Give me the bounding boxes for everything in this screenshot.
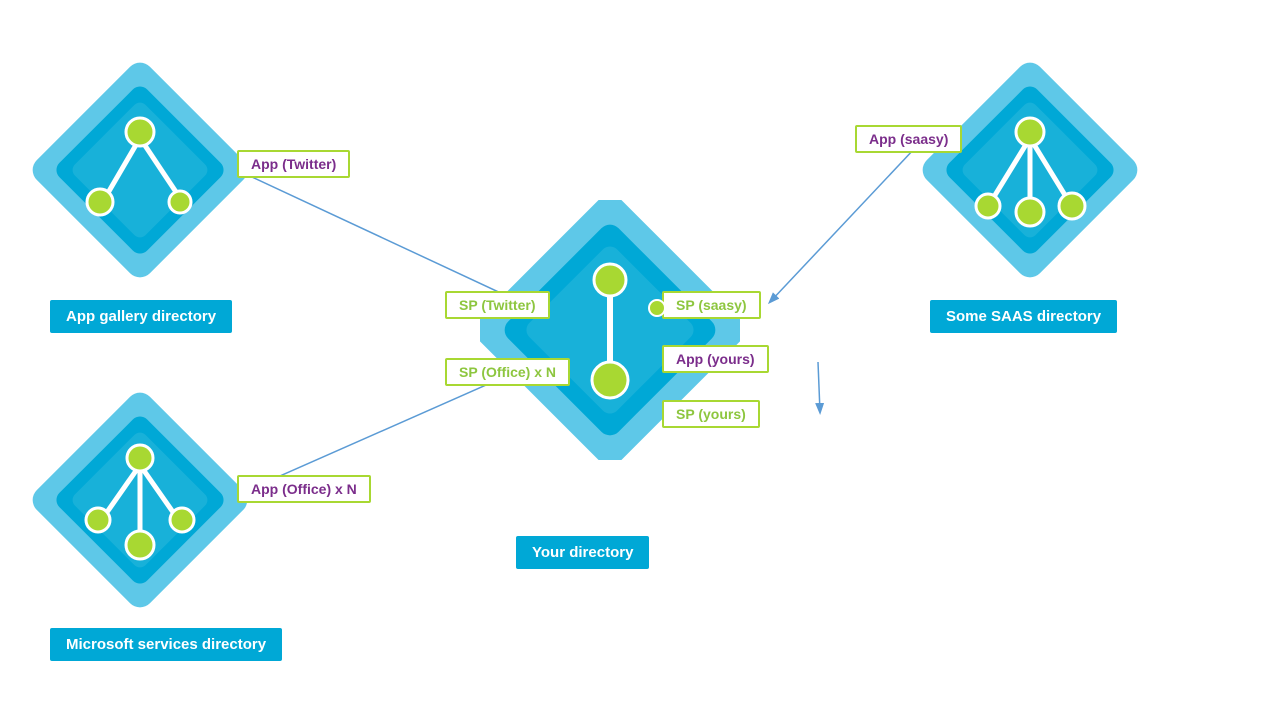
app-twitter-callout: App (Twitter): [237, 150, 350, 178]
sp-twitter-box: SP (Twitter): [445, 291, 550, 319]
sp-yours-box: SP (yours): [662, 400, 760, 428]
app-yours-box: App (yours): [662, 345, 769, 373]
microsoft-services-label: Microsoft services directory: [50, 628, 282, 661]
app-gallery-diamond: [30, 60, 250, 280]
diagram-container: App gallery directory App (Twitter) Micr…: [0, 0, 1280, 720]
center-node-top: [648, 299, 666, 317]
saas-directory-diamond: [920, 60, 1140, 280]
app-saasy-callout: App (saasy): [855, 125, 962, 153]
app-gallery-label: App gallery directory: [50, 300, 232, 333]
saas-directory-label: Some SAAS directory: [930, 300, 1117, 333]
sp-office-box: SP (Office) x N: [445, 358, 570, 386]
app-office-callout: App (Office) x N: [237, 475, 371, 503]
microsoft-services-diamond: [30, 390, 250, 610]
sp-saasy-box: SP (saasy): [662, 291, 761, 319]
your-directory-label: Your directory: [516, 536, 649, 569]
